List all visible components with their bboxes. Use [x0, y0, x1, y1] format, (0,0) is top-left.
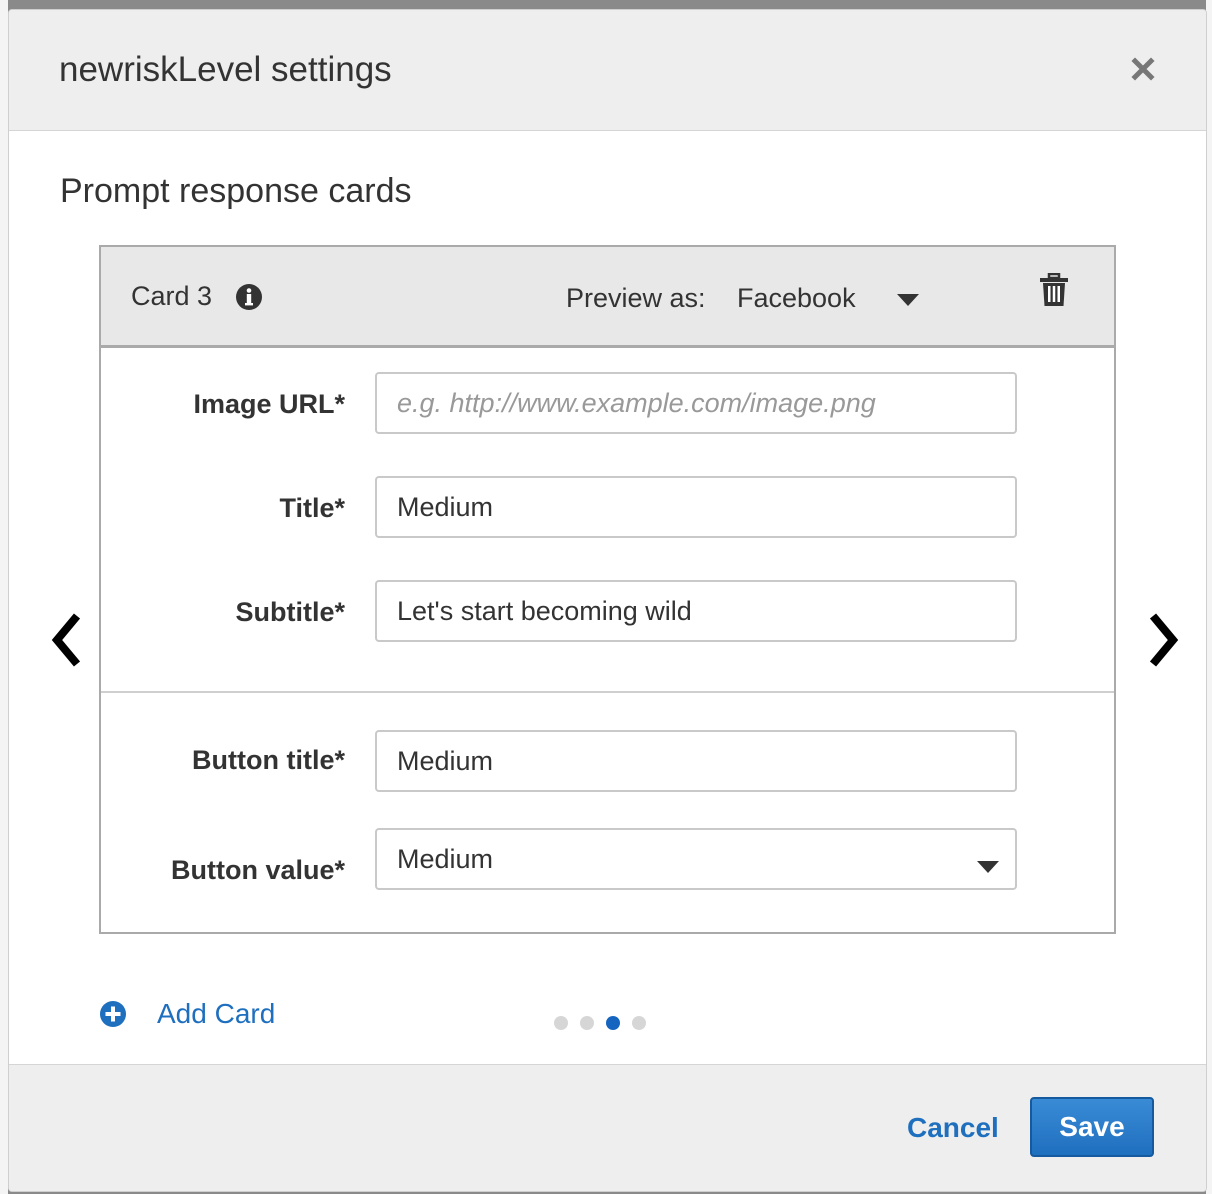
close-button[interactable] — [1128, 54, 1158, 84]
chevron-right-icon — [1149, 613, 1179, 667]
pagination-dot[interactable] — [554, 1016, 568, 1030]
chevron-left-icon — [51, 613, 81, 667]
section-title: Prompt response cards — [60, 172, 412, 210]
previous-card-button[interactable] — [47, 610, 87, 670]
caret-down-icon[interactable] — [897, 294, 919, 306]
title-input[interactable] — [375, 476, 1017, 538]
trash-icon[interactable] — [1039, 273, 1069, 307]
button-title-input[interactable] — [375, 730, 1017, 792]
subtitle-label: Subtitle* — [235, 597, 345, 627]
save-button[interactable]: Save — [1030, 1097, 1154, 1157]
pagination-dot-active[interactable] — [606, 1016, 620, 1030]
image-url-input[interactable] — [375, 372, 1017, 434]
info-icon[interactable] — [235, 283, 263, 311]
next-card-button[interactable] — [1143, 610, 1183, 670]
plus-circle-icon — [100, 1001, 126, 1027]
response-card: Card 3 Preview as: Facebook Image URL* e… — [99, 245, 1116, 934]
preview-as-label: Preview as: — [566, 283, 706, 313]
close-icon — [1131, 57, 1155, 81]
button-value-label: Button value* — [170, 855, 345, 885]
preview-platform-select[interactable]: Facebook — [737, 283, 856, 314]
caret-down-icon — [977, 861, 999, 873]
button-title-label: Button title* — [192, 745, 345, 775]
modal-title: newriskLevel settings — [59, 50, 392, 89]
image-url-label: Image URL* — [193, 389, 345, 419]
card-divider — [101, 691, 1114, 693]
card-label: Card 3 — [131, 281, 213, 311]
pagination-dot[interactable] — [632, 1016, 646, 1030]
pagination-dot[interactable] — [580, 1016, 594, 1030]
modal-footer: Cancel Save — [9, 1064, 1206, 1191]
card-header: Card 3 Preview as: Facebook — [101, 247, 1114, 348]
settings-modal: newriskLevel settings Prompt response ca… — [8, 9, 1207, 1192]
cancel-button[interactable]: Cancel — [907, 1112, 999, 1144]
background-page-left — [0, 0, 8, 1194]
button-value-select[interactable]: Medium — [375, 828, 1017, 890]
add-card-label: Add Card — [157, 998, 276, 1029]
modal-header: newriskLevel settings — [9, 10, 1206, 131]
subtitle-input[interactable] — [375, 580, 1017, 642]
title-label: Title* — [279, 493, 345, 523]
